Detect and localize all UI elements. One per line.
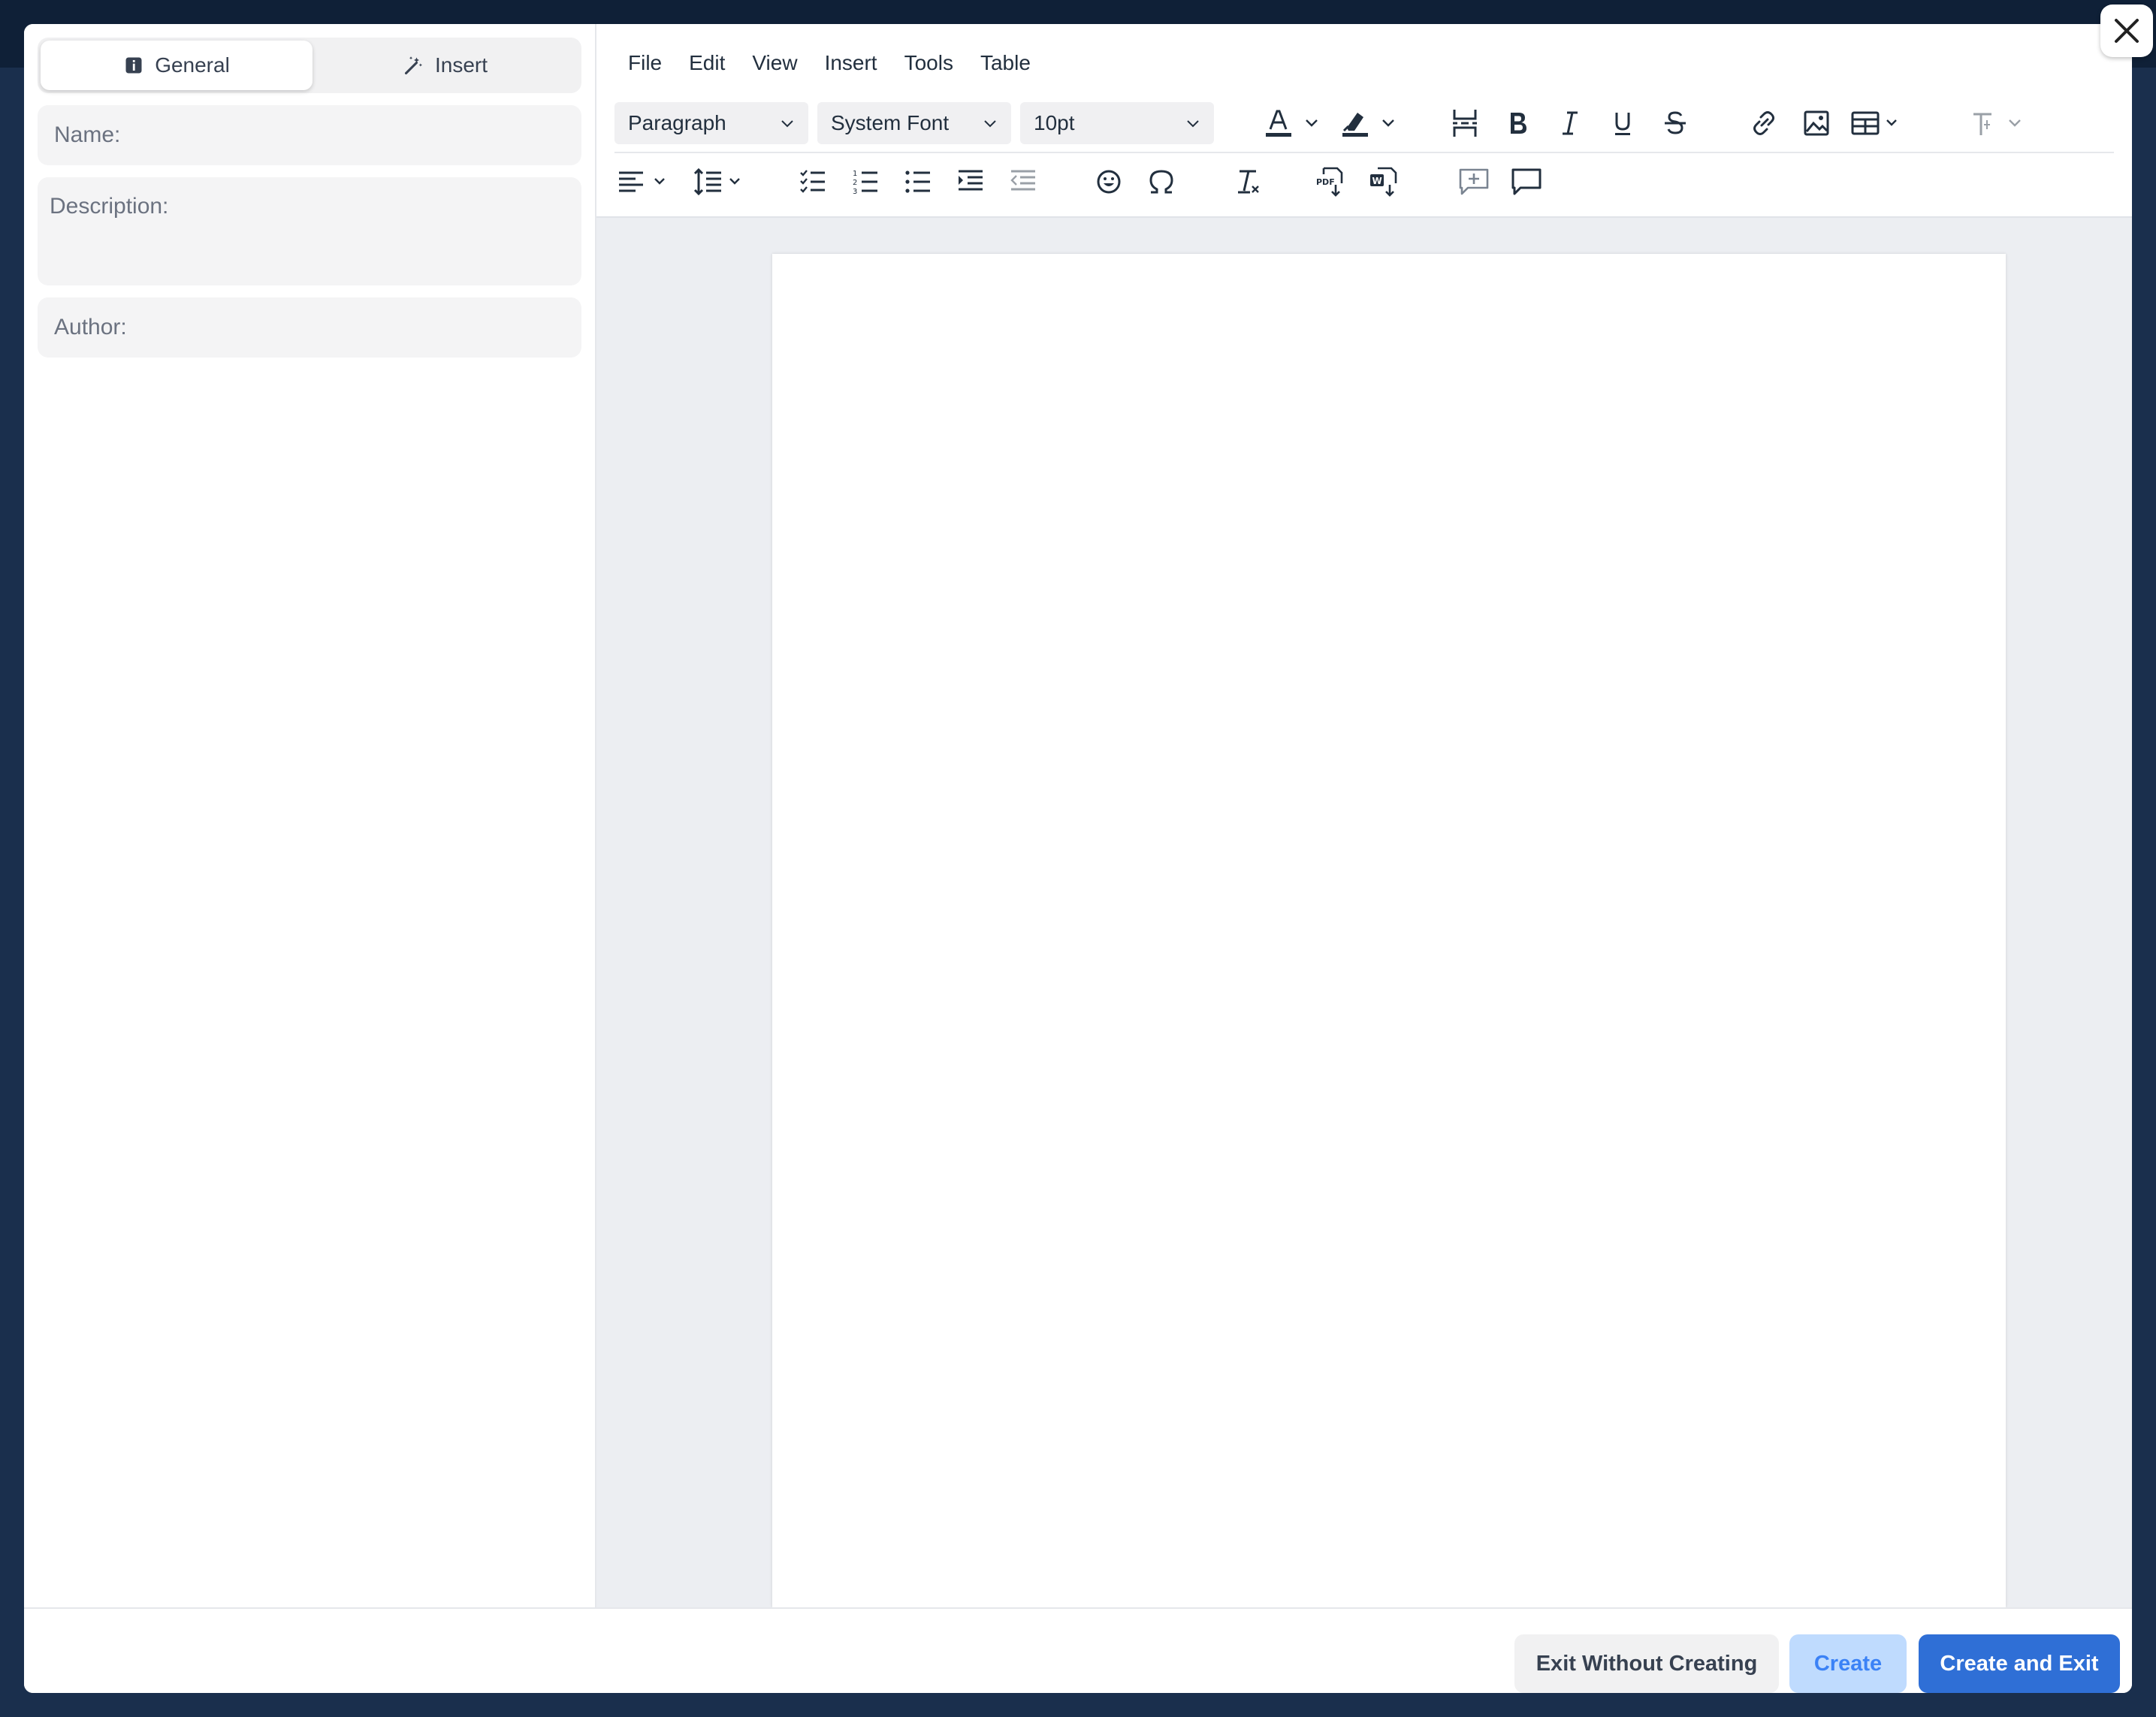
font-size-value: 10pt — [1034, 111, 1075, 134]
add-comment-button[interactable] — [1453, 161, 1495, 203]
svg-text:2: 2 — [853, 179, 857, 187]
editor-header: File Edit View Insert Tools Table Paragr… — [596, 24, 2132, 218]
indent-button[interactable] — [950, 161, 992, 203]
description-field-wrapper — [38, 177, 581, 285]
highlight-color-button[interactable] — [1336, 102, 1411, 144]
special-char-button[interactable] — [1140, 161, 1182, 203]
export-pdf-button[interactable]: PDF — [1310, 161, 1352, 203]
tab-general-label: General — [155, 53, 230, 77]
close-icon — [2115, 19, 2139, 43]
exit-without-creating-button[interactable]: Exit Without Creating — [1514, 1634, 1779, 1693]
create-button[interactable]: Create — [1789, 1634, 1907, 1693]
svg-text:1: 1 — [853, 170, 857, 178]
emoji-icon — [1097, 170, 1121, 194]
name-input[interactable] — [54, 122, 565, 148]
properties-panel: General Insert — [24, 24, 596, 1607]
clear-format-button[interactable] — [1227, 161, 1270, 203]
create-and-exit-button[interactable]: Create and Exit — [1919, 1634, 2120, 1693]
menu-edit[interactable]: Edit — [675, 47, 738, 84]
menu-file[interactable]: File — [614, 47, 675, 84]
special-char-icon — [1149, 170, 1173, 194]
checklist-button[interactable] — [792, 161, 834, 203]
strikethrough-button[interactable] — [1654, 102, 1696, 144]
menu-view[interactable]: View — [738, 47, 811, 84]
italic-icon — [1563, 111, 1578, 135]
editor-menubar: File Edit View Insert Tools Table — [614, 47, 1044, 84]
underline-button[interactable] — [1602, 102, 1644, 144]
link-icon — [1753, 111, 1774, 135]
tab-insert[interactable]: Insert — [313, 41, 578, 90]
outdent-button[interactable] — [1002, 161, 1044, 203]
highlight-color-icon — [1342, 113, 1394, 137]
bold-button[interactable] — [1496, 102, 1538, 144]
table-icon — [1851, 111, 1897, 135]
comments-button[interactable] — [1505, 161, 1548, 203]
italic-button[interactable] — [1549, 102, 1591, 144]
modal-footer: Exit Without Creating Create Create and … — [24, 1607, 2132, 1693]
block-format-select[interactable]: Paragraph — [614, 102, 808, 144]
panel-tabs: General Insert — [38, 38, 581, 93]
tab-insert-label: Insert — [434, 53, 488, 77]
description-input[interactable] — [50, 194, 565, 269]
toolbar-divider — [614, 152, 2114, 153]
toolbar-row-1: Paragraph System Font 10pt — [614, 102, 2114, 147]
export-word-icon: W — [1370, 167, 1397, 197]
indent-icon — [959, 170, 983, 191]
font-family-value: System Font — [831, 111, 950, 134]
image-button[interactable] — [1795, 102, 1837, 144]
bold-icon — [1511, 113, 1526, 134]
export-pdf-icon: PDF — [1316, 167, 1343, 197]
text-direction-icon — [1973, 113, 2021, 135]
close-modal-button[interactable] — [2100, 5, 2153, 57]
underline-icon — [1615, 113, 1630, 135]
page-break-button[interactable] — [1444, 102, 1486, 144]
editor-panel: File Edit View Insert Tools Table Paragr… — [596, 24, 2132, 1607]
line-height-button[interactable] — [690, 161, 757, 203]
checklist-icon — [800, 170, 825, 193]
bullet-list-button[interactable] — [897, 161, 939, 203]
toolbar-row-2: 1 2 3 PDF W — [614, 161, 2114, 206]
name-field-wrapper — [38, 105, 581, 165]
document-page[interactable] — [772, 254, 2006, 1607]
numbered-list-icon: 1 2 3 — [853, 170, 877, 196]
outdent-icon — [1010, 170, 1035, 191]
text-color-button[interactable] — [1259, 102, 1334, 144]
magic-wand-icon — [404, 56, 422, 75]
comments-icon — [1511, 168, 1542, 195]
page-break-icon — [1453, 110, 1477, 137]
info-icon — [125, 57, 142, 74]
menu-table[interactable]: Table — [967, 47, 1044, 84]
tab-general[interactable]: General — [41, 41, 313, 90]
font-size-select[interactable]: 10pt — [1020, 102, 1214, 144]
clear-format-icon — [1238, 170, 1259, 194]
align-left-icon — [619, 171, 665, 192]
svg-text:W: W — [1372, 176, 1382, 186]
svg-text:3: 3 — [853, 188, 857, 196]
line-height-icon — [693, 167, 740, 196]
author-field-wrapper — [38, 297, 581, 358]
strikethrough-icon — [1665, 111, 1686, 134]
export-word-button[interactable]: W — [1363, 161, 1405, 203]
menu-insert[interactable]: Insert — [811, 47, 891, 84]
chevron-down-icon — [1187, 120, 1199, 128]
table-button[interactable] — [1848, 102, 1911, 144]
emoji-button[interactable] — [1088, 161, 1130, 203]
menu-tools[interactable]: Tools — [891, 47, 967, 84]
chevron-down-icon — [781, 120, 793, 128]
text-direction-button[interactable] — [1962, 102, 2037, 144]
numbered-list-button[interactable]: 1 2 3 — [844, 161, 886, 203]
svg-text:PDF: PDF — [1316, 177, 1335, 187]
block-format-value: Paragraph — [628, 111, 726, 134]
align-button[interactable] — [614, 161, 682, 203]
image-icon — [1804, 110, 1829, 136]
document-create-modal: General Insert File — [24, 24, 2132, 1693]
link-button[interactable] — [1743, 102, 1785, 144]
bullet-list-icon — [905, 170, 930, 193]
font-family-select[interactable]: System Font — [817, 102, 1011, 144]
add-comment-icon — [1459, 168, 1489, 195]
chevron-down-icon — [984, 120, 996, 128]
author-input[interactable] — [54, 315, 565, 340]
text-color-icon — [1266, 110, 1318, 137]
